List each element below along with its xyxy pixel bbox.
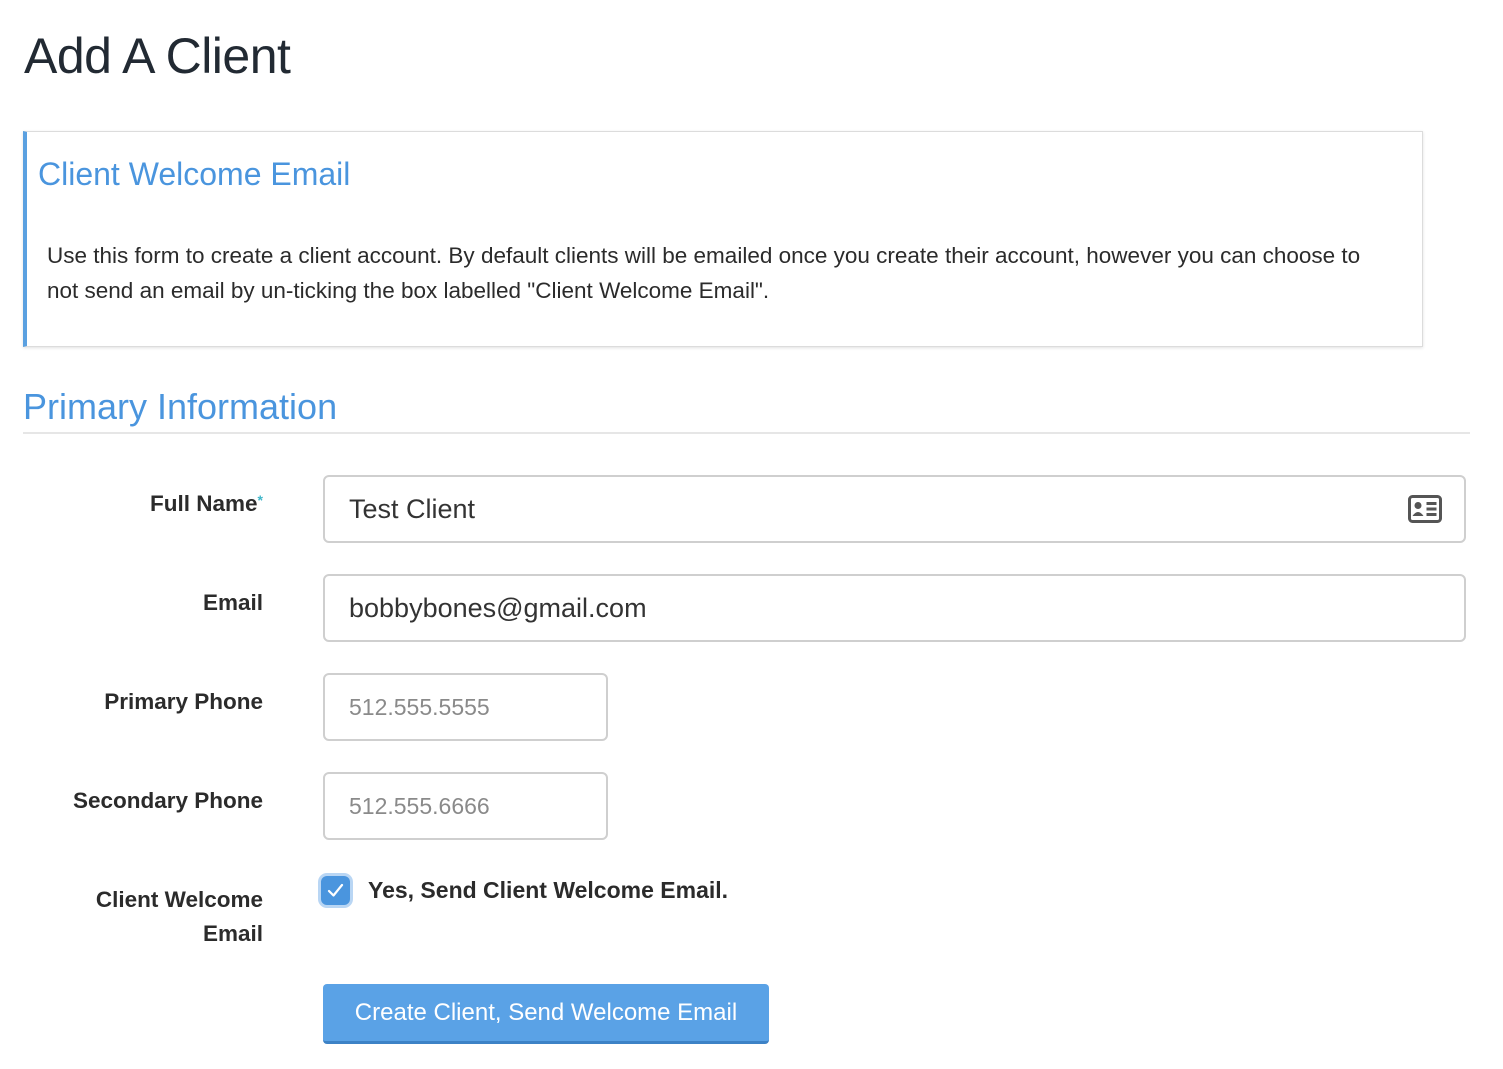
page-title: Add A Client [24,28,291,84]
primary-phone-input[interactable] [323,673,608,741]
section-title: Primary Information [23,386,338,427]
secondary-phone-input[interactable] [323,772,608,840]
welcome-email-checkbox[interactable] [321,876,350,905]
contact-card-icon[interactable] [1408,495,1442,523]
welcome-email-label-line1: Client Welcome [95,887,263,912]
section-divider [23,432,1470,434]
full-name-label-text: Full Name [150,491,258,516]
create-client-button[interactable]: Create Client, Send Welcome Email [323,984,769,1044]
primary-phone-label: Primary Phone [104,689,263,714]
required-marker: * [257,492,263,508]
secondary-phone-label: Secondary Phone [72,788,263,813]
welcome-email-checkbox-label[interactable]: Yes, Send Client Welcome Email. [368,873,728,907]
full-name-label: Full Name* [150,487,263,521]
welcome-email-callout: Client Welcome Email Use this form to cr… [23,131,1423,347]
welcome-email-label: Client Welcome Email [96,883,263,951]
callout-title: Client Welcome Email [38,156,351,192]
checkmark-icon [327,883,344,897]
full-name-input[interactable] [323,475,1466,543]
email-label: Email [202,590,263,615]
callout-body: Use this form to create a client account… [47,243,1361,303]
email-input[interactable] [323,574,1466,642]
welcome-email-label-line2: Email [202,921,263,946]
